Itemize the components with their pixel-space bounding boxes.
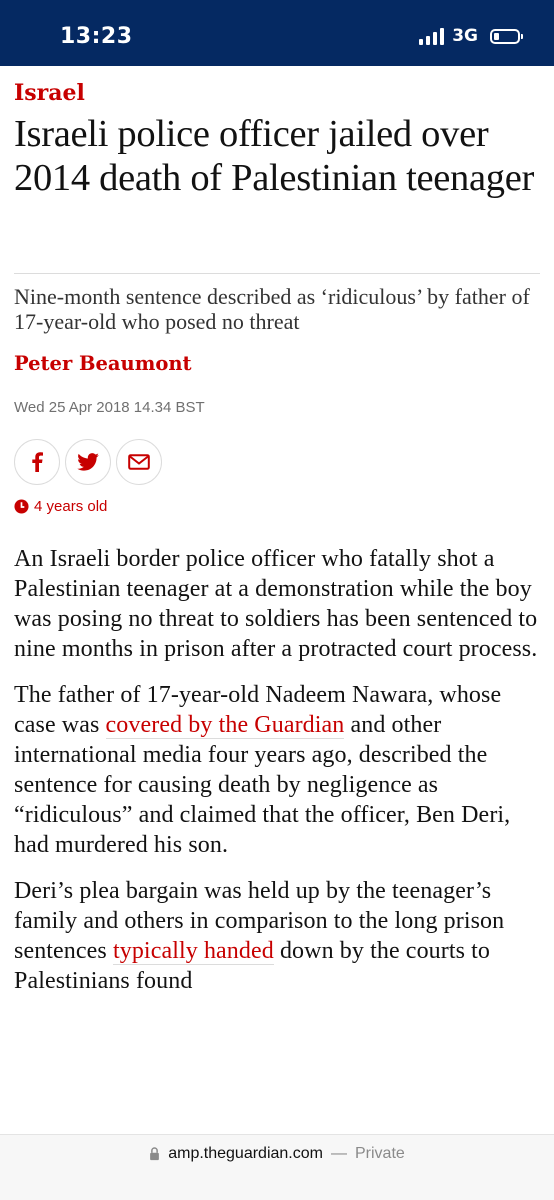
private-mode-label: Private <box>354 1145 405 1162</box>
share-twitter-button[interactable] <box>65 439 111 485</box>
age-warning-label: 4 years old <box>34 498 108 515</box>
url-display[interactable]: amp.theguardian.com — Private <box>0 1145 554 1163</box>
twitter-icon <box>77 453 99 471</box>
status-time: 13:23 <box>60 24 133 49</box>
clock-icon <box>14 499 29 514</box>
url-domain: amp.theguardian.com <box>168 1145 323 1162</box>
share-email-button[interactable] <box>116 439 162 485</box>
section-link[interactable]: Israel <box>14 80 85 106</box>
browser-url-bar[interactable]: amp.theguardian.com — Private <box>0 1134 554 1200</box>
article-body: An Israeli border police officer who fat… <box>14 544 540 1012</box>
share-facebook-button[interactable] <box>14 439 60 485</box>
divider <box>14 273 540 274</box>
lock-icon <box>150 1147 160 1161</box>
status-indicators: 3G <box>419 26 523 46</box>
paragraph: Deri’s plea bargain was held up by the t… <box>14 876 540 996</box>
share-buttons <box>14 439 162 485</box>
paragraph: An Israeli border police officer who fat… <box>14 544 540 664</box>
facebook-icon <box>32 452 43 472</box>
headline: Israeli police officer jailed over 2014 … <box>14 113 535 199</box>
paragraph-text: An Israeli border police officer who fat… <box>14 546 538 662</box>
signal-bars-icon <box>419 27 445 45</box>
paragraph: The father of 17-year-old Nadeem Nawara,… <box>14 680 540 860</box>
url-separator: — <box>330 1145 347 1162</box>
article-age-warning: 4 years old <box>14 498 107 515</box>
email-icon <box>128 454 150 470</box>
battery-icon <box>490 28 523 44</box>
typically-handed-link[interactable]: typically handed <box>112 938 274 965</box>
status-bar: 13:23 3G <box>0 0 554 66</box>
byline-author-link[interactable]: Peter Beaumont <box>14 352 192 375</box>
standfirst: Nine-month sentence described as ‘ridicu… <box>14 284 530 334</box>
network-label: 3G <box>452 26 478 46</box>
publish-date: Wed 25 Apr 2018 14.34 BST <box>14 399 205 416</box>
covered-by-guardian-link[interactable]: covered by the Guardian <box>105 712 345 739</box>
